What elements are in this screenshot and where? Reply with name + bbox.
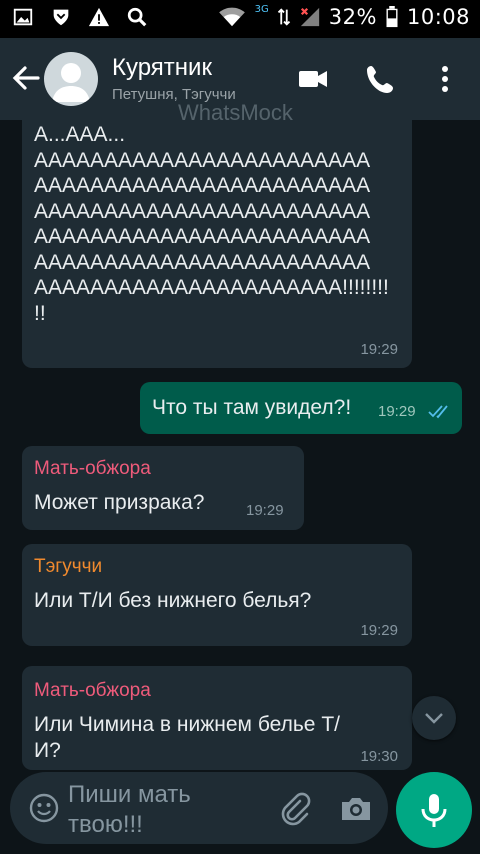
chat-area[interactable]: А...ААА... АААААААААААААААААААААААА АААА…	[0, 120, 480, 770]
message-line: !!	[34, 301, 46, 325]
message-line: АААААААААААААААААААААА!!!!!!!!	[34, 276, 389, 299]
clock: 10:08	[406, 5, 470, 29]
placeholder-line: Пиши мать	[68, 781, 191, 808]
wifi-icon	[218, 7, 245, 27]
attach-icon[interactable]	[278, 792, 312, 826]
message-text: Или Т/И без нижнего белья?	[34, 589, 312, 612]
warning-icon	[88, 7, 110, 27]
avatar-icon	[52, 63, 90, 102]
message-line: АААААААААААААААААААААААА	[34, 199, 371, 223]
voice-record-button[interactable]	[396, 772, 472, 848]
sender-name: Мать-обжора	[34, 458, 151, 479]
network-badge: 3G	[254, 3, 269, 15]
chat-title[interactable]: Курятник	[112, 54, 212, 82]
signal-icon	[300, 7, 319, 27]
message-bubble-outgoing[interactable]: Что ты там увидел?! 19:29	[140, 382, 462, 434]
sender-name: Тэгуччи	[34, 556, 103, 577]
message-time: 19:29	[360, 341, 398, 358]
phone-icon[interactable]	[364, 62, 398, 96]
avatar[interactable]	[44, 52, 98, 106]
image-icon	[13, 8, 33, 26]
message-bubble-incoming[interactable]: Тэгуччи Или Т/И без нижнего белья? 19:29	[22, 544, 412, 646]
battery-icon	[386, 6, 398, 28]
message-input-bar[interactable]: Пиши мать твою!!!	[10, 772, 388, 844]
camera-icon[interactable]	[338, 792, 374, 826]
sender-name: Мать-обжора	[34, 680, 151, 701]
emoji-icon[interactable]	[28, 792, 60, 824]
message-line: АААААААААААААААААААААААА	[34, 148, 371, 172]
battery-percent: 32%	[328, 5, 377, 29]
message-line: Или Чимина в нижнем белье Т/	[34, 713, 340, 736]
data-arrows-icon	[277, 8, 290, 26]
search-icon	[127, 7, 147, 27]
read-ticks-icon	[428, 405, 448, 419]
message-time: 19:29	[360, 622, 398, 639]
scroll-to-bottom-button[interactable]	[412, 696, 456, 740]
message-line: И?	[34, 738, 61, 762]
placeholder-line: твою!!!	[68, 811, 143, 838]
watermark: WhatsMock	[178, 100, 293, 125]
message-line: АААААААААААААААААААААААА	[34, 174, 371, 197]
status-bar: 3G 32% 10:08	[0, 0, 480, 38]
message-line: АААААААААААААААААААААААА	[34, 250, 371, 274]
more-vert-icon[interactable]	[430, 62, 460, 96]
message-text: Может призрака?	[34, 491, 205, 514]
message-time: 19:29	[378, 403, 416, 420]
message-input[interactable]: Пиши мать твою!!!	[68, 780, 258, 840]
message-bubble-incoming[interactable]: Мать-обжора Может призрака? 19:29	[22, 446, 304, 530]
message-bubble-incoming[interactable]: А...ААА... АААААААААААААААААААААААА АААА…	[22, 120, 412, 368]
message-text: Что ты там увидел?!	[152, 396, 352, 419]
message-line: АААААААААААААААААААААААА	[34, 225, 371, 248]
message-time: 19:30	[360, 748, 398, 765]
mic-icon	[421, 794, 447, 827]
video-call-icon[interactable]	[296, 62, 330, 96]
chevron-down-icon	[425, 713, 443, 724]
message-bubble-incoming[interactable]: Мать-обжора Или Чимина в нижнем белье Т/…	[22, 666, 412, 770]
message-time: 19:29	[246, 502, 284, 519]
shield-icon	[53, 9, 69, 26]
back-arrow-icon[interactable]	[10, 62, 42, 94]
